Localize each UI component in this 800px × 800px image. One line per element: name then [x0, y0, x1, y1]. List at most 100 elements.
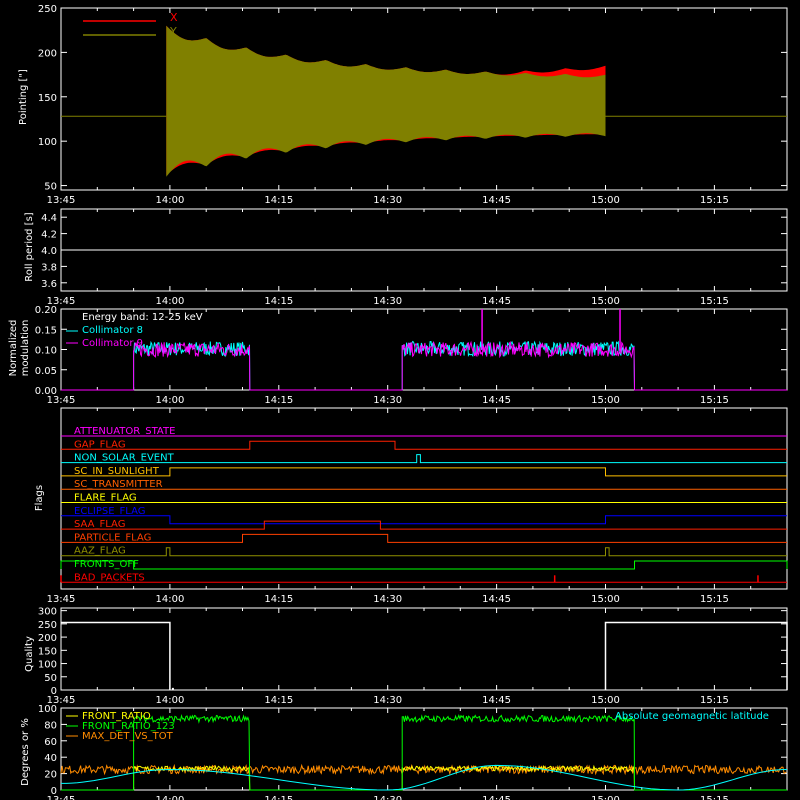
y-tick-label: 250	[38, 620, 57, 631]
modulation-ylabel-line1: Normalized	[8, 320, 19, 377]
x-tick-label: 14:15	[264, 695, 293, 706]
y-tick-label: 0.10	[35, 346, 57, 357]
y-tick-label: 3.6	[41, 279, 57, 290]
y-tick-label: 100	[38, 137, 57, 148]
y-tick-label: 3.8	[41, 262, 57, 273]
flag-line-fronts-off	[60, 560, 788, 570]
y-tick-label: 250	[38, 4, 57, 15]
x-tick-label: 14:15	[264, 195, 293, 206]
flag-label-sc-transmitter: SC_TRANSMITTER	[74, 479, 163, 490]
y-tick-label: 60	[44, 737, 57, 748]
x-tick-label: 14:00	[155, 296, 184, 307]
x-tick-label: 14:30	[373, 395, 402, 406]
x-tick-label: 14:30	[373, 594, 402, 605]
x-tick-label: 14:00	[155, 795, 184, 800]
y-tick-label: 200	[38, 48, 57, 59]
y-tick-label: 50	[44, 673, 57, 684]
pointing-legend-x: X	[170, 11, 178, 24]
y-tick-label: 0.20	[35, 305, 57, 316]
x-tick-label: 14:30	[373, 795, 402, 800]
x-tick-label: 13:45	[47, 195, 76, 206]
y-tick-label: 0	[51, 786, 57, 797]
y-tick-label: 150	[38, 93, 57, 104]
x-tick-label: 15:15	[700, 795, 729, 800]
modulation-legend-coll8: Collimator 8	[82, 325, 143, 336]
x-tick-label: 15:15	[700, 695, 729, 706]
y-tick-label: 150	[38, 646, 57, 657]
x-tick-label: 14:00	[155, 395, 184, 406]
ratio-ylabel: Degrees or %	[20, 718, 31, 786]
quality-blip	[171, 687, 174, 690]
y-tick-label: 80	[44, 720, 57, 731]
x-tick-label: 14:45	[482, 795, 511, 800]
flag-line-sc-in-sunlight	[61, 467, 787, 477]
flag-label-non-solar-event: NON_SOLAR_EVENT	[74, 453, 175, 464]
modulation-legend-coll9: Collimator 9	[82, 338, 143, 349]
x-tick-label: 15:00	[591, 395, 620, 406]
x-tick-label: 14:00	[155, 695, 184, 706]
flag-line-eclipse-flag	[61, 515, 787, 525]
flag-line-gap-flag	[61, 440, 787, 450]
flag-label-fronts-off: FRONTS_OFF	[74, 559, 139, 570]
flag-label-bad-packets: BAD_PACKETS	[74, 572, 145, 583]
x-tick-label: 14:15	[264, 395, 293, 406]
flag-label-particle-flag: PARTICLE_FLAG	[74, 532, 151, 543]
x-tick-label: 15:15	[700, 296, 729, 307]
x-tick-label: 14:45	[482, 296, 511, 307]
x-tick-label: 14:15	[264, 296, 293, 307]
ratio-legend-maxdet: MAX_DET_VS_TOT	[82, 731, 174, 742]
x-tick-label: 15:15	[700, 395, 729, 406]
x-tick-label: 14:00	[155, 195, 184, 206]
flag-label-sc-in-sunlight: SC_IN_SUNLIGHT	[74, 466, 160, 477]
y-tick-label: 0.00	[35, 386, 57, 397]
x-tick-label: 15:00	[591, 594, 620, 605]
y-tick-label: 300	[38, 607, 57, 618]
y-tick-label: 0.15	[35, 325, 57, 336]
x-tick-label: 15:15	[700, 195, 729, 206]
y-tick-label: 200	[38, 633, 57, 644]
y-tick-label: 4.0	[41, 246, 57, 257]
x-tick-label: 13:45	[47, 594, 76, 605]
x-tick-label: 14:45	[482, 695, 511, 706]
x-tick-label: 14:45	[482, 395, 511, 406]
y-tick-label: 0.05	[35, 366, 57, 377]
flag-label-gap-flag: GAP_FLAG	[74, 439, 126, 450]
y-tick-label: 0	[51, 686, 57, 697]
flag-label-saa-flag: SAA_FLAG	[74, 519, 125, 530]
x-tick-label: 15:00	[591, 195, 620, 206]
y-tick-label: 50	[44, 182, 57, 193]
quality-segment	[61, 621, 171, 690]
x-tick-label: 14:15	[264, 594, 293, 605]
flag-label-eclipse-flag: ECLIPSE_FLAG	[74, 506, 145, 517]
flag-line-particle-flag	[61, 533, 787, 543]
y-tick-label: 40	[44, 753, 57, 764]
x-tick-label: 14:45	[482, 195, 511, 206]
y-tick-label: 4.2	[41, 230, 57, 241]
y-tick-label: 100	[38, 704, 57, 715]
y-tick-label: 100	[38, 660, 57, 671]
flag-label-aaz-flag: AAZ_FLAG	[74, 546, 126, 557]
x-tick-label: 14:00	[155, 594, 184, 605]
x-tick-label: 15:15	[700, 594, 729, 605]
y-tick-label: 4.4	[41, 213, 57, 224]
y-tick-label: 20	[44, 770, 57, 781]
modulation-ylabel-line2: modulation	[20, 320, 31, 377]
x-tick-label: 15:00	[591, 296, 620, 307]
x-tick-label: 14:15	[264, 795, 293, 800]
x-tick-label: 15:00	[591, 695, 620, 706]
x-tick-label: 15:00	[591, 795, 620, 800]
quality-ylabel: Quality	[24, 636, 35, 672]
x-tick-label: 14:30	[373, 195, 402, 206]
pointing-legend-y: Y	[169, 25, 177, 38]
pointing-ylabel: Pointing ["]	[18, 69, 29, 125]
x-tick-label: 14:30	[373, 695, 402, 706]
flag-label-flare-flag: FLARE_FLAG	[74, 493, 137, 504]
x-tick-label: 14:30	[373, 296, 402, 307]
flags-ylabel: Flags	[34, 485, 45, 511]
stacked-time-series-plot: 13:45 14:00 14:15 14:30 14:45 15:00 15:15 13:45…	[8, 4, 788, 800]
ratio-annotation: Absolute geomagnetic latitude	[615, 711, 769, 722]
flag-label-attenuator-state: ATTENUATOR_STATE	[74, 426, 175, 437]
x-tick-label: 14:45	[482, 594, 511, 605]
roll-ylabel: Roll period [s]	[24, 212, 35, 281]
flag-line-aaz-flag	[61, 547, 787, 557]
